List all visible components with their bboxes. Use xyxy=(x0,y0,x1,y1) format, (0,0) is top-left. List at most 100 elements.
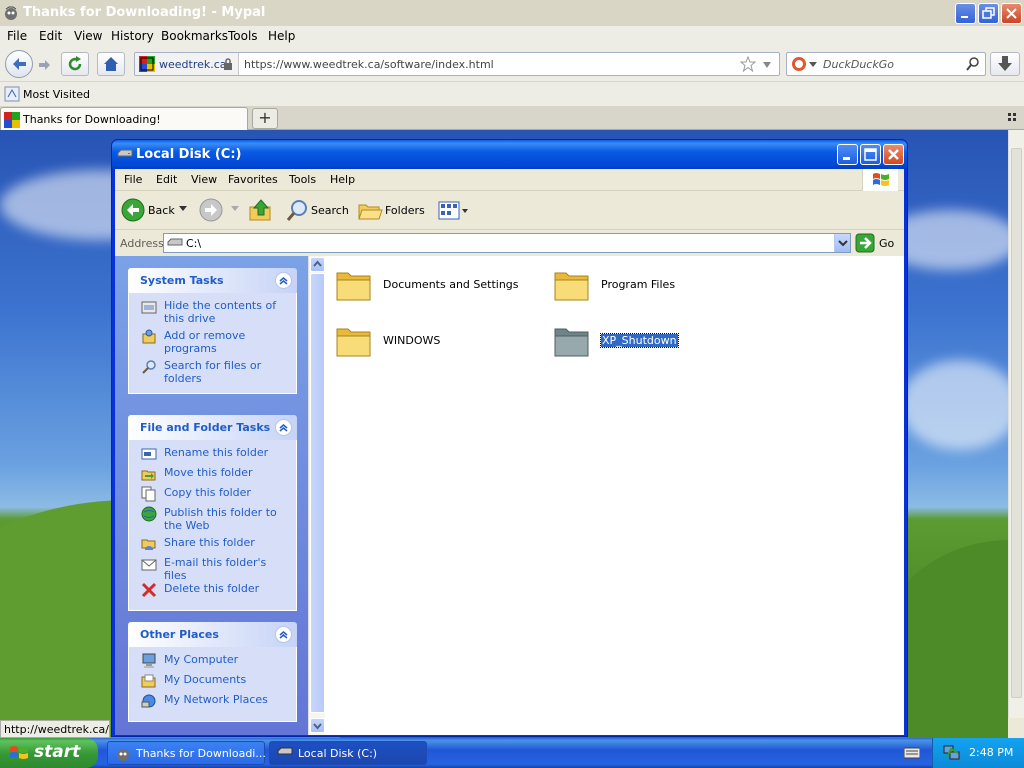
tab-strip: Thanks for Downloading! + xyxy=(0,106,1024,130)
folder-content-pane[interactable]: Documents and Settings Program Files WIN… xyxy=(325,256,904,735)
duckduckgo-engine-icon[interactable] xyxy=(791,56,807,72)
collapse-button[interactable] xyxy=(275,626,292,643)
scroll-up-button[interactable] xyxy=(310,257,325,272)
task-label: Publish this folder to the Web xyxy=(164,506,277,532)
place-my-network-places[interactable]: My Network Places xyxy=(141,693,290,713)
explorer-menu-tools[interactable]: Tools xyxy=(289,173,316,186)
back-button[interactable] xyxy=(5,50,33,78)
place-my-documents[interactable]: My Documents xyxy=(141,673,290,693)
forward-arrow-icon[interactable] xyxy=(199,198,223,222)
menu-tools[interactable]: Tools xyxy=(228,29,258,43)
explorer-menu-edit[interactable]: Edit xyxy=(156,173,177,186)
other-places-header[interactable]: Other Places xyxy=(128,622,297,647)
menu-bookmarks[interactable]: Bookmarks xyxy=(161,29,228,43)
task-email-files[interactable]: E-mail this folder's files xyxy=(141,556,290,582)
chevron-up-icon xyxy=(313,260,322,267)
task-copy-folder[interactable]: Copy this folder xyxy=(141,486,290,506)
go-button[interactable]: Go xyxy=(855,233,894,256)
search-icon[interactable] xyxy=(285,198,311,224)
explorer-folders-button[interactable]: Folders xyxy=(385,204,425,217)
collapse-button[interactable] xyxy=(275,272,292,289)
search-box[interactable]: DuckDuckGo xyxy=(786,52,986,76)
scrollbar-thumb[interactable] xyxy=(310,273,325,713)
address-label: Address xyxy=(120,237,164,250)
downloads-button[interactable] xyxy=(990,52,1020,76)
system-tasks-header[interactable]: System Tasks xyxy=(128,268,297,293)
explorer-close-button[interactable] xyxy=(883,144,904,165)
explorer-titlebar[interactable]: Local Disk (C:) xyxy=(112,140,907,169)
collapse-button[interactable] xyxy=(275,419,292,436)
explorer-search-button[interactable]: Search xyxy=(311,204,349,217)
windows-flag-icon xyxy=(10,746,28,759)
views-icon[interactable] xyxy=(437,200,469,222)
explorer-menu-help[interactable]: Help xyxy=(330,173,355,186)
browser-close-button[interactable] xyxy=(1001,3,1022,24)
file-folder-tasks-body: Rename this folder Move this folder Copy… xyxy=(128,440,297,611)
new-tab-button[interactable]: + xyxy=(252,108,278,129)
site-identity-box[interactable]: weedtrek.ca xyxy=(135,53,239,75)
address-dropdown-button[interactable] xyxy=(834,234,850,252)
task-move-folder[interactable]: Move this folder xyxy=(141,466,290,486)
page-scrollbar[interactable] xyxy=(1008,130,1024,718)
file-folder-tasks-header[interactable]: File and Folder Tasks xyxy=(128,415,297,440)
start-label: start xyxy=(34,742,81,762)
menu-view[interactable]: View xyxy=(74,29,102,43)
page-scrollbar-thumb[interactable] xyxy=(1011,148,1022,698)
explorer-minimize-button[interactable] xyxy=(837,144,858,165)
folders-icon[interactable] xyxy=(357,199,383,223)
browser-minimize-button[interactable] xyxy=(955,3,976,24)
explorer-menu-file[interactable]: File xyxy=(124,173,142,186)
move-folder-icon xyxy=(141,470,156,481)
task-rename-folder[interactable]: Rename this folder xyxy=(141,446,290,466)
search-engine-dropdown-icon[interactable] xyxy=(809,62,817,68)
back-dropdown-icon[interactable] xyxy=(179,206,187,212)
home-button[interactable] xyxy=(97,52,125,76)
other-places-body: My Computer My Documents My Network Plac… xyxy=(128,647,297,722)
search-icon[interactable] xyxy=(965,56,981,72)
task-publish-folder[interactable]: Publish this folder to the Web xyxy=(141,506,290,536)
place-my-computer[interactable]: My Computer xyxy=(141,653,290,673)
task-delete-folder[interactable]: Delete this folder xyxy=(141,582,290,602)
back-arrow-icon[interactable] xyxy=(121,198,145,222)
task-label: Add or remove programs xyxy=(164,329,246,355)
menu-history[interactable]: History xyxy=(111,29,154,43)
task-pane-scrollbar[interactable] xyxy=(308,256,325,735)
task-add-remove-programs[interactable]: Add or remove programs xyxy=(141,329,290,359)
menu-file[interactable]: File xyxy=(7,29,27,43)
local-disk-icon xyxy=(277,747,293,755)
start-button[interactable]: start xyxy=(0,738,98,768)
close-icon xyxy=(888,149,899,160)
minimize-icon xyxy=(843,157,850,160)
forward-dropdown-icon[interactable] xyxy=(231,206,239,212)
browser-restore-button[interactable] xyxy=(978,3,999,24)
up-folder-icon[interactable] xyxy=(248,197,274,223)
folder-icon xyxy=(336,328,371,357)
task-share-folder[interactable]: Share this folder xyxy=(141,536,290,556)
taskbar-button-mypal[interactable]: Thanks for Downloadi... xyxy=(107,741,266,765)
tab-list-icon[interactable] xyxy=(1008,113,1018,123)
maximize-icon xyxy=(864,148,877,161)
browser-window-title: Thanks for Downloading! - Mypal xyxy=(23,5,266,20)
explorer-menu-view[interactable]: View xyxy=(191,173,217,186)
taskbar-button-local-disk[interactable]: Local Disk (C:) xyxy=(269,741,427,765)
network-tray-icon[interactable] xyxy=(943,745,961,761)
explorer-menu-favorites[interactable]: Favorites xyxy=(228,173,278,186)
menu-help[interactable]: Help xyxy=(268,29,295,43)
forward-arrow-icon[interactable] xyxy=(35,55,55,75)
task-hide-drive-contents[interactable]: Hide the contents of this drive xyxy=(141,299,290,329)
tab-favicon-icon xyxy=(4,112,20,128)
task-search-files[interactable]: Search for files or folders xyxy=(141,359,290,385)
scroll-down-button[interactable] xyxy=(310,718,325,733)
bookmark-star-icon[interactable] xyxy=(740,56,756,72)
tab-thanks-for-downloading[interactable]: Thanks for Downloading! xyxy=(0,107,248,130)
url-dropdown-icon[interactable] xyxy=(762,61,772,69)
bookmark-most-visited[interactable]: Most Visited xyxy=(23,88,90,101)
url-bar[interactable]: weedtrek.ca https://www.weedtrek.ca/soft… xyxy=(134,52,780,76)
reload-button[interactable] xyxy=(61,52,89,76)
task-label: Rename this folder xyxy=(164,446,269,459)
menu-edit[interactable]: Edit xyxy=(39,29,62,43)
explorer-back-button[interactable]: Back xyxy=(148,204,175,217)
keyboard-icon[interactable] xyxy=(904,746,920,760)
explorer-maximize-button[interactable] xyxy=(860,144,881,165)
address-input[interactable]: C:\ xyxy=(163,233,851,253)
